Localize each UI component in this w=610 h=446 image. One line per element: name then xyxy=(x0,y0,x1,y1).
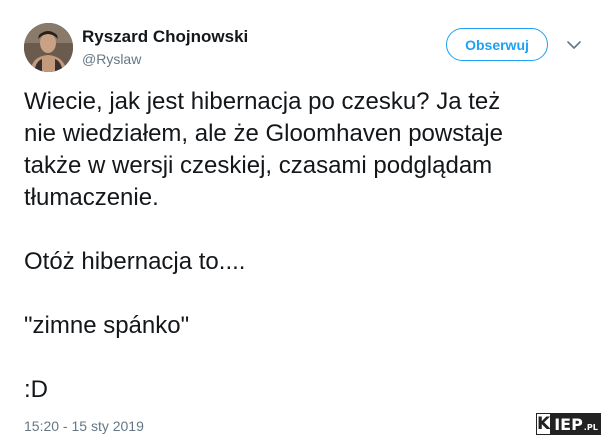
watermark-rest: IEP xyxy=(554,414,583,434)
watermark-suffix: .PL xyxy=(583,422,598,432)
follow-button[interactable]: Obserwuj xyxy=(446,28,548,61)
chevron-down-icon[interactable] xyxy=(565,36,583,54)
watermark-text: IEP .PL xyxy=(551,413,601,435)
author-handle[interactable]: @Ryslaw xyxy=(82,51,141,67)
author-name[interactable]: Ryszard Chojnowski xyxy=(82,27,248,47)
watermark-logo: K IEP .PL xyxy=(536,410,601,435)
tweet-timestamp[interactable]: 15:20 - 15 sty 2019 xyxy=(24,418,144,434)
avatar[interactable] xyxy=(24,23,73,72)
tweet-text: Wiecie, jak jest hibernacja po czesku? J… xyxy=(24,88,503,403)
watermark-k: K xyxy=(536,413,552,435)
